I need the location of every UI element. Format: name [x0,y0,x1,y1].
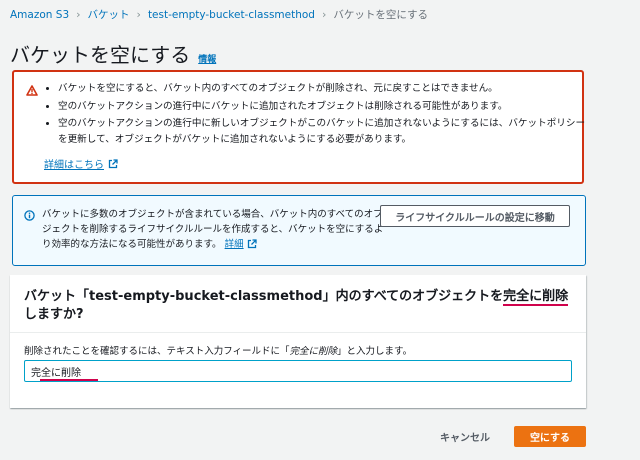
lifecycle-rule-button[interactable]: ライフサイクルルールの設定に移動 [380,205,570,227]
label-emphasis: 完全に削除 [289,346,338,357]
info-detail-link[interactable]: 詳細 [225,239,257,250]
breadcrumb-current: バケットを空にする [333,9,428,21]
cancel-button[interactable]: キャンセル [440,429,490,444]
warning-item: 空のバケットアクションの進行中にバケットに追加されたオブジェクトは削除される可能… [58,99,586,115]
learn-more-link[interactable]: 詳細はこちら [44,156,118,171]
question-suffix: しますか? [24,307,84,322]
page-title: バケットを空にする [10,43,191,67]
chevron-right-icon: › [136,8,141,21]
info-detail-label: 詳細 [224,239,244,250]
label-text-before: 削除されたことを確認するには、テキスト入力フィールドに「 [24,346,290,357]
confirm-label: 削除されたことを確認するには、テキスト入力フィールドに「完全に削除」と入力します… [24,343,412,357]
breadcrumb-buckets[interactable]: バケット [88,7,130,22]
info-icon [24,210,35,221]
warning-list: バケットを空にすると、バケット内のすべてのオブジェクトが削除され、元に戻すことは… [46,81,586,149]
page-header: バケットを空にする 情報 [10,39,216,68]
breadcrumb: Amazon S3 › バケット › test-empty-bucket-cla… [10,7,428,22]
info-text: バケットに多数のオブジェクトが含まれている場合、バケット内のすべてのオブジェクト… [42,209,384,250]
warning-icon [26,85,38,96]
breadcrumb-amazon-s3[interactable]: Amazon S3 [10,9,69,21]
warning-item: バケットを空にすると、バケット内のすべてのオブジェクトが削除され、元に戻すことは… [58,81,586,97]
label-text-after: 」と入力します。 [337,346,413,357]
question-text: バケット「test-empty-bucket-classmethod」内のすべて… [24,289,504,304]
warning-item: 空のバケットアクションの進行中に新しいオブジェクトがこのバケットに追加されないよ… [58,116,586,147]
external-link-icon [108,158,118,168]
breadcrumb-bucket[interactable]: test-empty-bucket-classmethod [148,9,315,21]
divider [10,332,586,333]
info-link[interactable]: 情報 [198,52,216,65]
empty-bucket-button[interactable]: 空にする [514,426,586,447]
learn-more-label: 詳細はこちら [44,160,104,171]
info-text-block: バケットに多数のオブジェクトが含まれている場合、バケット内のすべてのオブジェクト… [42,207,387,252]
question-highlight: 完全に削除 [503,289,569,306]
annotation-underline [40,379,98,381]
chevron-right-icon: › [321,8,327,21]
confirm-question: バケット「test-empty-bucket-classmethod」内のすべて… [24,288,574,324]
confirm-panel: バケット「test-empty-bucket-classmethod」内のすべて… [10,275,586,408]
info-alert: バケットに多数のオブジェクトが含まれている場合、バケット内のすべてのオブジェクト… [12,195,586,266]
chevron-right-icon: › [76,8,81,21]
confirm-input[interactable] [24,360,572,382]
external-link-icon [247,239,257,249]
